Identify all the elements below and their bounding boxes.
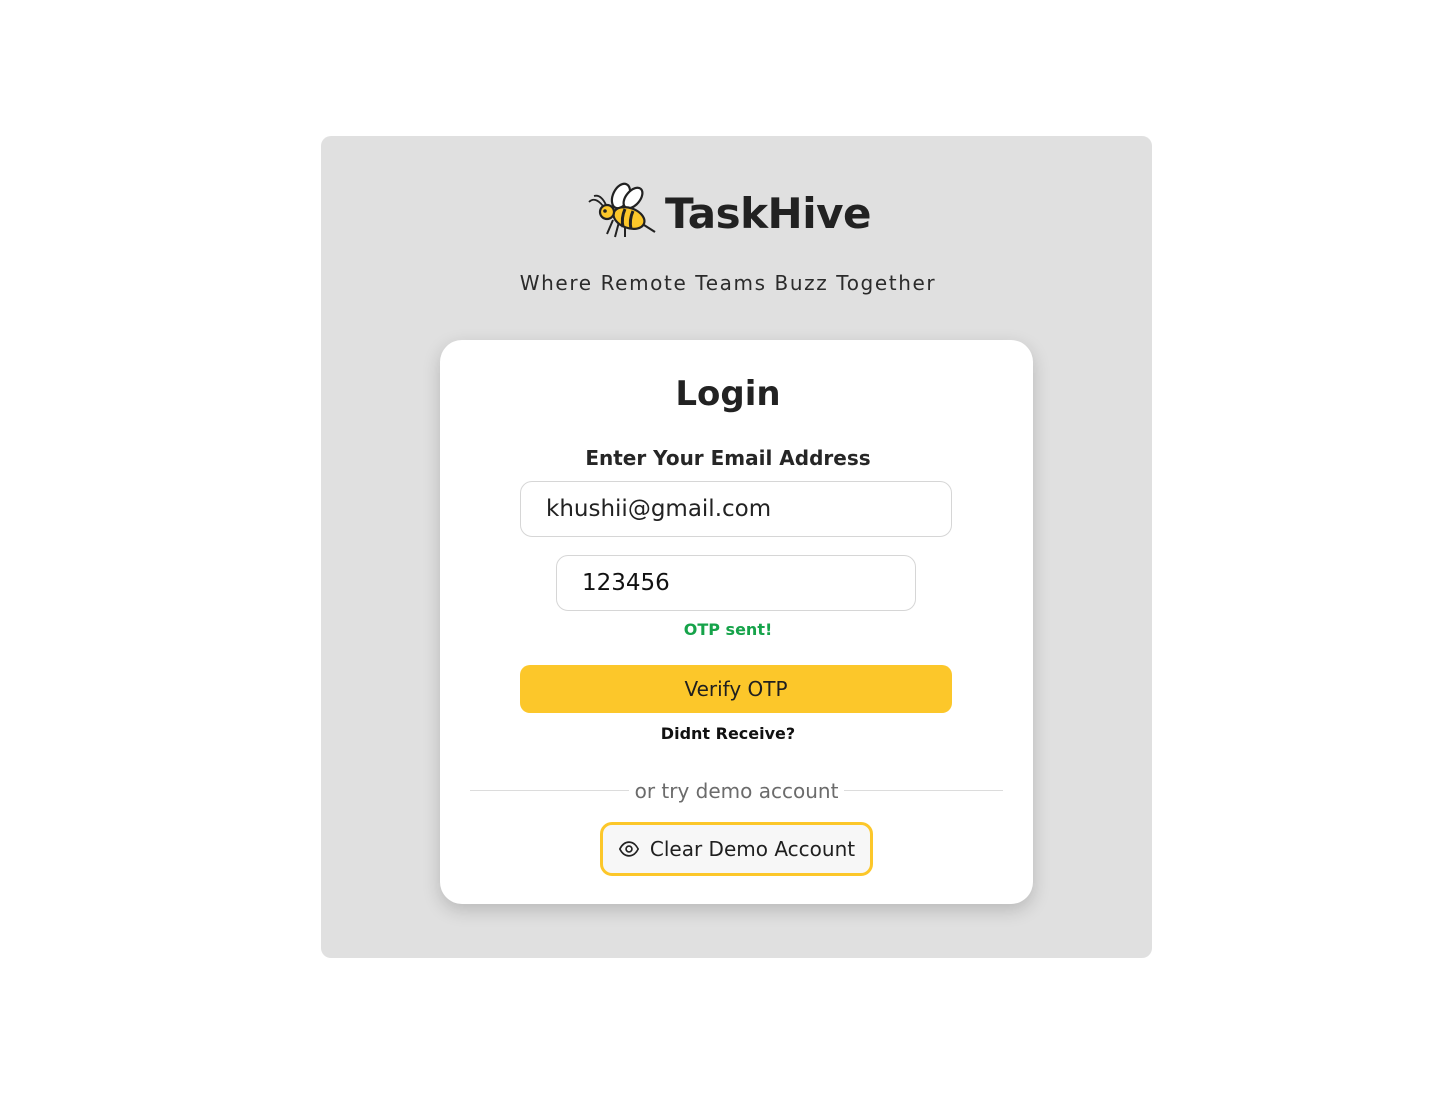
- demo-button-label: Clear Demo Account: [649, 837, 856, 861]
- email-label: Enter Your Email Address: [585, 446, 871, 470]
- brand-header: TaskHive: [0, 178, 1456, 248]
- resend-otp-link[interactable]: Didnt Receive?: [0, 724, 1456, 743]
- verify-otp-button[interactable]: Verify OTP: [520, 665, 952, 713]
- otp-status-message: OTP sent!: [683, 620, 773, 639]
- eye-icon: [618, 841, 639, 857]
- otp-field[interactable]: [556, 555, 916, 611]
- divider-line-right: [844, 790, 1003, 791]
- app-name: TaskHive: [665, 188, 871, 238]
- divider-text: or try demo account: [634, 779, 839, 803]
- page-title: Login: [675, 374, 781, 414]
- bee-icon: [588, 182, 656, 238]
- divider-line-left: [470, 790, 629, 791]
- clear-demo-account-button[interactable]: Clear Demo Account: [600, 822, 873, 876]
- email-field[interactable]: [520, 481, 952, 537]
- tagline: Where Remote Teams Buzz Together: [519, 271, 937, 295]
